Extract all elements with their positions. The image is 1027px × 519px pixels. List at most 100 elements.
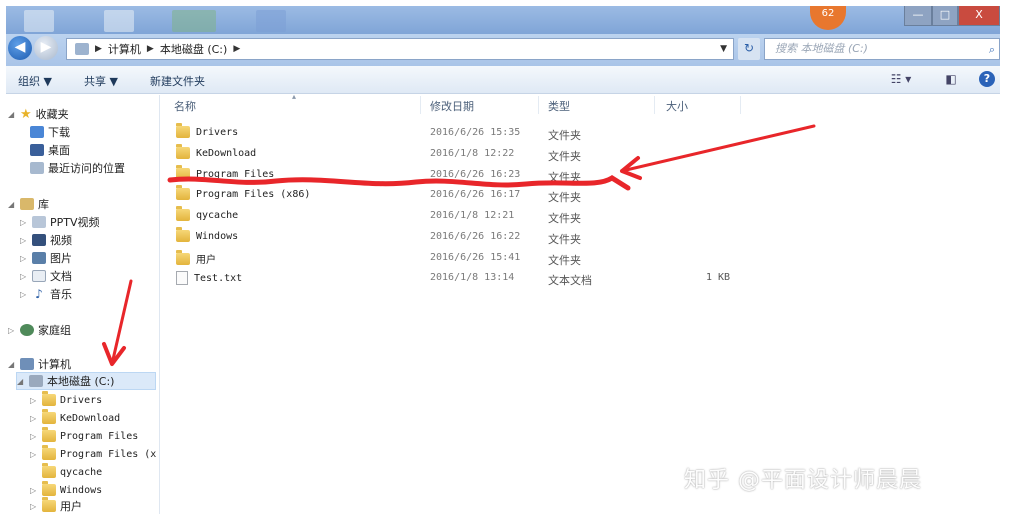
expand-icon[interactable]: ◢ <box>8 110 16 119</box>
collapse-icon[interactable]: ▷ <box>20 236 28 245</box>
breadcrumb-drive[interactable]: 本地磁盘 (C:) <box>160 41 227 57</box>
command-bar: 组织 ▼ 共享 ▼ 新建文件夹 ☷ ▾ ◧ ? <box>6 66 1000 94</box>
collapse-icon[interactable]: ▷ <box>30 502 38 511</box>
file-name: 用户 <box>196 255 216 266</box>
breadcrumb-computer[interactable]: 计算机 <box>108 41 141 57</box>
column-header-size[interactable]: 大小 <box>666 98 688 114</box>
nav-pictures[interactable]: ▷ 图片 <box>20 249 72 267</box>
column-header-date[interactable]: 修改日期 <box>430 98 474 114</box>
notification-badge: 62 <box>810 6 846 30</box>
picture-icon <box>32 252 46 264</box>
column-header-name[interactable]: 名称 <box>174 98 196 114</box>
column-divider[interactable] <box>654 96 655 114</box>
file-name-cell: qycache <box>176 206 239 221</box>
column-divider[interactable] <box>538 96 539 114</box>
nav-favorites[interactable]: ◢ ★ 收藏夹 <box>8 105 69 123</box>
minimize-button[interactable]: — <box>904 6 932 26</box>
file-row[interactable]: 用户 2016/6/26 15:41 文件夹 <box>176 248 756 268</box>
file-row[interactable]: Drivers 2016/6/26 15:35 文件夹 <box>176 123 756 143</box>
forward-button[interactable]: ▶ <box>34 36 58 60</box>
file-type: 文件夹 <box>548 129 581 142</box>
nav-music[interactable]: ▷ ♪ 音乐 <box>20 285 72 303</box>
collapse-icon[interactable]: ▷ <box>20 218 28 227</box>
column-divider[interactable] <box>420 96 421 114</box>
nav-desktop[interactable]: 桌面 <box>30 141 70 159</box>
nav-folder-label: Drivers <box>60 394 103 406</box>
collapse-icon[interactable]: ▷ <box>30 396 38 405</box>
close-button[interactable]: X <box>958 6 1000 26</box>
file-name: KeDownload <box>196 147 257 159</box>
nav-libraries[interactable]: ◢ 库 <box>8 195 49 213</box>
nav-computer[interactable]: ◢ 计算机 <box>8 355 71 373</box>
file-row[interactable]: KeDownload 2016/1/8 12:22 文件夹 <box>176 144 756 164</box>
collapse-icon[interactable]: ▷ <box>30 414 38 423</box>
collapse-icon[interactable]: ▷ <box>20 272 28 281</box>
share-button[interactable]: 共享 ▼ <box>84 73 118 89</box>
column-divider[interactable] <box>740 96 741 114</box>
breadcrumb-separator-icon: ▶ <box>146 44 154 54</box>
refresh-icon[interactable]: ↻ <box>738 38 760 60</box>
nav-local-disk-c-label: 本地磁盘 (C:) <box>47 375 115 388</box>
nav-downloads[interactable]: 下载 <box>30 123 70 141</box>
back-button[interactable]: ◀ <box>8 36 32 60</box>
preview-pane-icon[interactable]: ◧ <box>942 71 960 87</box>
nav-documents-label: 文档 <box>50 270 72 283</box>
search-icon[interactable]: ⌕ <box>989 40 995 60</box>
nav-videos[interactable]: ▷ 视频 <box>20 231 72 249</box>
video-library-icon <box>32 216 46 228</box>
taskbar-thumbnail <box>24 10 54 32</box>
file-name: Program Files <box>196 168 275 180</box>
folder-icon <box>176 123 190 138</box>
nav-homegroup[interactable]: ▷ 家庭组 <box>8 321 71 339</box>
nav-folder-label: 用户 <box>60 500 82 513</box>
file-name: Test.txt <box>194 272 243 284</box>
address-dropdown-icon[interactable]: ▼ <box>720 44 727 54</box>
nav-folder-program-files[interactable]: ▷ Program Files <box>30 427 138 445</box>
file-type: 文件夹 <box>548 254 581 267</box>
collapse-icon[interactable]: ▷ <box>20 290 28 299</box>
file-row[interactable]: Test.txt 2016/1/8 13:14 文本文档 1 KB <box>176 268 756 288</box>
folder-icon <box>42 445 56 460</box>
file-name: Drivers <box>196 126 239 138</box>
file-row[interactable]: Program Files 2016/6/26 16:23 文件夹 <box>176 165 756 185</box>
nav-pictures-label: 图片 <box>50 252 72 265</box>
collapse-icon[interactable]: ▷ <box>20 254 28 263</box>
expand-icon[interactable]: ◢ <box>17 377 25 386</box>
nav-folder-users[interactable]: ▷ 用户 <box>30 497 82 514</box>
file-size: 1 KB <box>706 272 731 283</box>
file-row[interactable]: qycache 2016/1/8 12:21 文件夹 <box>176 206 756 226</box>
folder-icon <box>176 227 190 242</box>
search-placeholder: 搜索 本地磁盘 (C:) <box>775 42 868 55</box>
nav-folder-label: Program Files <box>60 430 139 442</box>
collapse-icon[interactable]: ▷ <box>30 450 38 459</box>
sort-arrow-icon: ▴ <box>292 92 297 101</box>
file-row[interactable]: Program Files (x86) 2016/6/26 16:17 文件夹 <box>176 185 756 205</box>
file-name: qycache <box>196 209 239 221</box>
nav-folder-program-files-x86[interactable]: ▷ Program Files (x <box>30 445 156 463</box>
recent-places-icon <box>30 162 44 174</box>
collapse-icon[interactable]: ▷ <box>30 486 38 495</box>
collapse-icon[interactable]: ▷ <box>8 326 16 335</box>
nav-folder-kedownload[interactable]: ▷ KeDownload <box>30 409 120 427</box>
column-header-type[interactable]: 类型 <box>548 98 570 114</box>
collapse-icon[interactable]: ▷ <box>30 432 38 441</box>
nav-desktop-label: 桌面 <box>48 144 70 157</box>
nav-folder-drivers[interactable]: ▷ Drivers <box>30 391 102 409</box>
file-date: 2016/6/26 16:23 <box>430 169 521 180</box>
new-folder-button[interactable]: 新建文件夹 <box>150 73 205 89</box>
maximize-button[interactable]: □ <box>932 6 958 26</box>
nav-pptv-video[interactable]: ▷ PPTV视频 <box>20 213 100 231</box>
view-options-icon[interactable]: ☷ ▾ <box>886 71 916 87</box>
help-icon[interactable]: ? <box>979 71 995 87</box>
nav-local-disk-c[interactable]: ◢ 本地磁盘 (C:) <box>16 372 156 390</box>
nav-documents[interactable]: ▷ 文档 <box>20 267 72 285</box>
folder-icon <box>176 249 190 265</box>
file-row[interactable]: Windows 2016/6/26 16:22 文件夹 <box>176 227 756 247</box>
expand-icon[interactable]: ◢ <box>8 360 16 369</box>
organize-button[interactable]: 组织 ▼ <box>18 73 52 89</box>
nav-recent-places[interactable]: 最近访问的位置 <box>30 159 125 177</box>
nav-folder-qycache[interactable]: qycache <box>42 463 102 481</box>
address-bar[interactable]: ▶ 计算机 ▶ 本地磁盘 (C:) ▶ ▼ <box>66 38 734 60</box>
expand-icon[interactable]: ◢ <box>8 200 16 209</box>
search-input[interactable]: 搜索 本地磁盘 (C:) ⌕ <box>764 38 1000 60</box>
